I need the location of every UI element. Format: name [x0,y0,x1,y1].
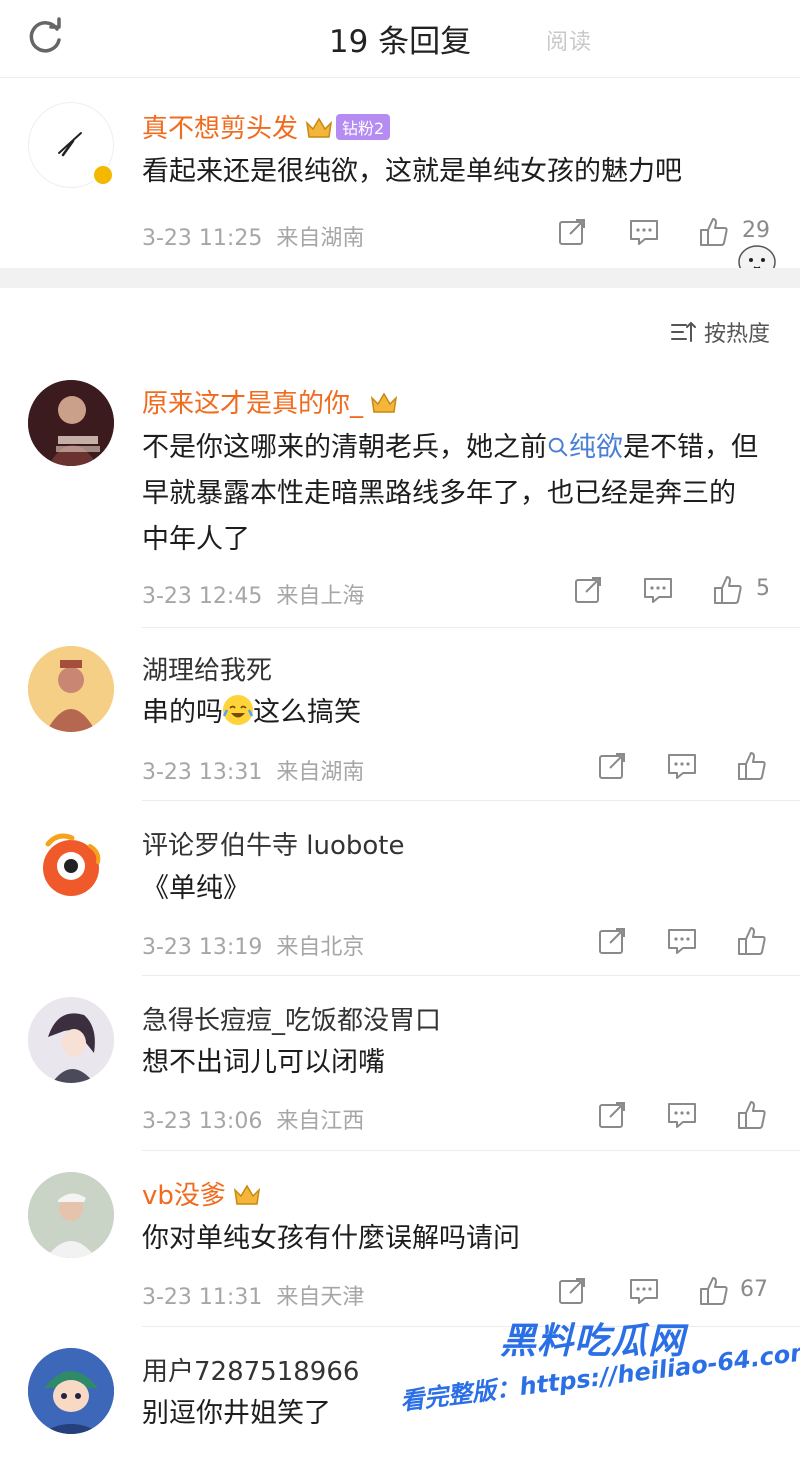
comment-meta: 3-23 11:25 来自湖南 [142,220,364,252]
crown-icon [305,117,333,138]
username-text[interactable]: vb没爹 [142,1181,226,1211]
comment-location: 来自湖南 [276,226,365,251]
comment-meta: 3-23 12:45 来自上海 [142,578,364,610]
username[interactable]: 评论罗伯牛寺 luobote [142,825,404,862]
username[interactable]: 用户7287518966 [142,1351,359,1388]
like-icon[interactable] [736,750,768,782]
comment-text: 不是你这哪来的清朝老兵，她之前 纯欲是不错，但早就暴露本性走暗黑路线多年了，也已经… [142,425,762,563]
comment-text-part: 不是你这哪来的清朝老兵，她之前 [142,432,547,463]
divider [142,1326,800,1327]
divider [142,800,800,801]
avatar[interactable] [28,1172,114,1258]
comment-text: 想不出词儿可以闭嘴 [142,1047,385,1078]
pinned-comment: 真不想剪头发 钻粉2 看起来还是很纯欲，这就是单纯女孩的魅力吧 3-23 11:2… [0,78,800,282]
comment-location: 来自北京 [276,935,365,960]
share-icon[interactable] [596,925,628,957]
share-icon[interactable] [596,1099,628,1131]
comment-icon[interactable] [666,925,698,957]
comment-actions [596,750,776,784]
avatar[interactable] [28,997,114,1083]
search-link[interactable]: 纯欲 [547,432,623,463]
username-text[interactable]: 真不想剪头发 [142,114,298,144]
divider [142,1150,800,1151]
divider [142,627,800,628]
avatar[interactable] [28,646,114,732]
section-separator [0,268,800,288]
share-icon[interactable] [556,216,588,248]
comment-location: 来自江西 [276,1109,365,1134]
comment-meta: 3-23 13:19 来自北京 [142,929,364,961]
comment-icon[interactable] [628,216,660,248]
search-link-text[interactable]: 纯欲 [569,432,623,463]
comment-time: 3-23 12:45 [142,584,263,609]
comment-location: 来自上海 [276,584,365,609]
comment-actions: 5 [572,574,782,608]
comment-icon[interactable] [666,1099,698,1131]
comment-location: 来自湖南 [276,760,365,785]
page-title: 19 条回复 [328,24,472,60]
comment-text-part: 这么搞笑 [253,697,361,728]
sort-label: 按热度 [703,322,770,347]
comment-time: 3-23 13:31 [142,760,263,785]
search-icon [548,437,568,457]
divider [142,975,800,976]
laugh-cry-emoji-icon [222,695,254,725]
top-bar: 19 条回复 阅读 [0,0,800,78]
username-text[interactable]: 原来这才是真的你_ [142,389,363,419]
comment-text: 《单纯》 [142,873,250,904]
comment-time: 3-23 11:31 [142,1285,263,1310]
comment-text: 串的吗 这么搞笑 [142,690,762,736]
comment-icon[interactable] [642,574,674,606]
verified-badge-icon [92,164,114,186]
comment-text: 你对单纯女孩有什麼误解吗请问 [142,1223,520,1254]
avatar[interactable] [28,380,114,466]
comment-meta: 3-23 13:06 来自江西 [142,1103,364,1135]
comment-text: 看起来还是很纯欲，这就是单纯女孩的魅力吧 [142,156,682,187]
comment-actions: 67 [556,1275,786,1309]
like-icon[interactable] [698,1275,730,1307]
comment-actions [596,925,776,959]
comment-time: 3-23 13:06 [142,1109,263,1134]
username[interactable]: 真不想剪头发 钻粉2 [142,108,391,145]
comment-time: 3-23 13:19 [142,935,263,960]
avatar[interactable] [28,1348,114,1434]
like-count: 67 [740,1277,768,1302]
comment-meta: 3-23 13:31 来自湖南 [142,754,364,786]
comment-icon[interactable] [666,750,698,782]
username[interactable]: vb没爹 [142,1175,262,1212]
like-count: 5 [756,576,770,601]
like-count: 29 [742,218,770,243]
comment-meta: 3-23 11:31 来自天津 [142,1279,364,1311]
share-icon[interactable] [556,1275,588,1307]
crown-icon [370,392,398,413]
comment-location: 来自天津 [276,1285,365,1310]
share-icon[interactable] [596,750,628,782]
avatar[interactable] [28,822,114,908]
like-icon[interactable] [698,216,730,248]
comment-time: 3-23 11:25 [142,226,263,251]
like-icon[interactable] [736,925,768,957]
like-icon[interactable] [736,1099,768,1131]
comment-icon[interactable] [628,1275,660,1307]
share-icon[interactable] [572,574,604,606]
comment-text-part: 串的吗 [142,697,223,728]
username[interactable]: 急得长痘痘_吃饭都没胃口 [142,1000,441,1037]
like-icon[interactable] [712,574,744,606]
comment-actions [596,1099,776,1133]
username[interactable]: 原来这才是真的你_ [142,383,399,420]
faded-label: 阅读 [546,30,593,55]
crown-icon [233,1184,260,1205]
sort-icon [670,321,696,342]
sort-toggle[interactable]: 按热度 [670,316,770,348]
fan-badge: 钻粉2 [336,114,391,140]
username[interactable]: 湖理给我死 [142,650,272,687]
comment-actions: 29 [556,216,786,250]
